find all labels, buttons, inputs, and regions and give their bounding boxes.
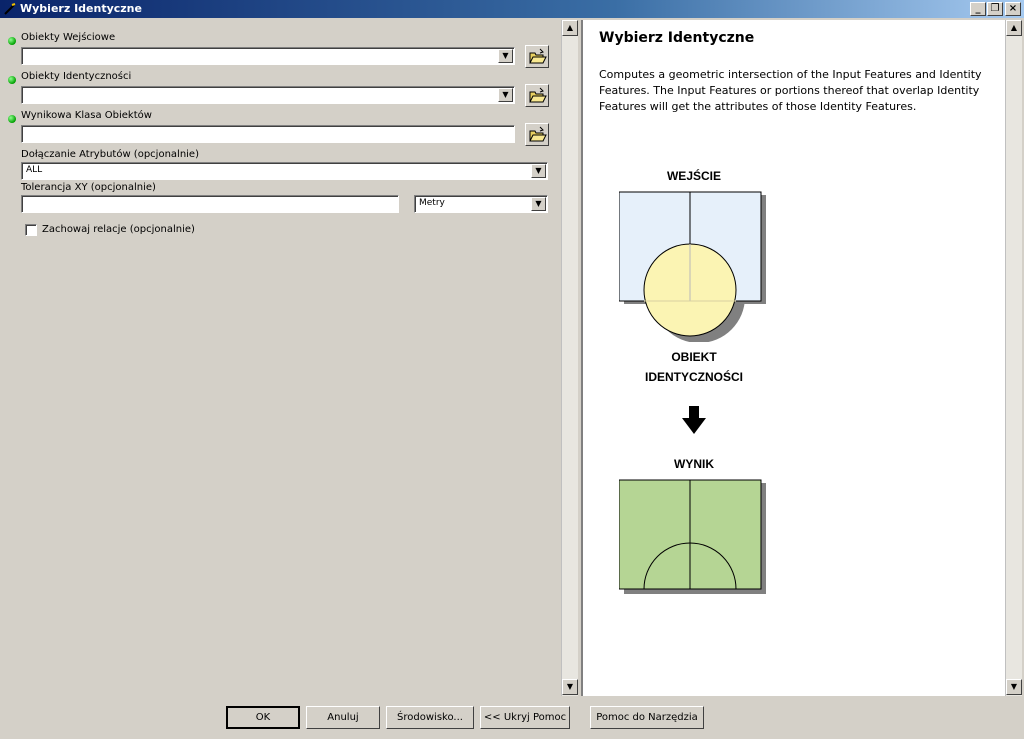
identity-features-browse-button[interactable] [525,84,549,107]
restore-button[interactable]: ❐ [987,2,1003,16]
scroll-up-button[interactable]: ▲ [1006,20,1022,36]
close-button[interactable]: × [1005,2,1021,16]
xy-tolerance-unit-value: Metry [419,198,445,208]
keep-relationships-checkbox[interactable] [25,224,37,236]
required-indicator [8,76,16,84]
figure-output-label: WYNIK [674,457,714,471]
scroll-down-button[interactable]: ▼ [1006,679,1022,695]
identity-features-label: Obiekty Identyczności [21,71,132,82]
output-illustration [619,479,766,594]
parameters-panel: Obiekty Wejściowe ▼ Obiekty Identycznośc… [0,20,560,696]
join-attributes-value: ALL [26,165,43,175]
help-description: Computes a geometric intersection of the… [599,68,982,113]
join-attributes-label: Dołączanie Atrybutów (opcjonalnie) [21,149,199,160]
output-class-label: Wynikowa Klasa Obiektów [21,110,152,121]
chevron-down-icon[interactable]: ▼ [531,197,546,211]
input-features-combo[interactable]: ▼ [21,47,515,65]
xy-tolerance-field[interactable] [21,195,399,213]
scroll-down-button[interactable]: ▼ [562,679,578,695]
scroll-up-button[interactable]: ▲ [562,20,578,36]
tool-help-button[interactable]: Pomoc do Narzędzia [590,706,704,729]
input-identity-illustration [619,191,766,342]
help-panel: Wybierz Identyczne Computes a geometric … [581,20,1005,696]
keep-relationships-label[interactable]: Zachowaj relacje (opcjonalnie) [42,224,195,235]
help-scrollbar[interactable]: ▲ ▼ [1005,20,1022,696]
hide-help-button[interactable]: << Ukryj Pomoc [480,706,570,729]
input-features-browse-button[interactable] [525,45,549,68]
open-folder-icon [529,87,547,103]
figure-identity-label-line2: IDENTYCZNOŚCI [644,370,743,384]
identity-features-combo[interactable]: ▼ [21,86,515,104]
title-bar: Wybierz Identyczne _ ❐ × [0,0,1024,18]
open-folder-icon [529,126,547,142]
arrow-down-icon [682,406,706,434]
help-title: Wybierz Identyczne [599,30,755,46]
ok-button[interactable]: OK [226,706,300,729]
output-class-field[interactable] [21,125,515,143]
cancel-button[interactable]: Anuluj [306,706,380,729]
parameters-scrollbar[interactable]: ▲ ▼ [561,20,578,696]
minimize-button[interactable]: _ [970,2,986,16]
xy-tolerance-label: Tolerancja XY (opcjonalnie) [21,182,156,193]
figure-identity-label-line1: OBIEKT [671,350,717,364]
required-indicator [8,37,16,45]
join-attributes-select[interactable]: ALL ▼ [21,162,548,180]
xy-tolerance-unit-select[interactable]: Metry ▼ [414,195,548,213]
required-indicator [8,115,16,123]
open-folder-icon [529,48,547,64]
input-features-label: Obiekty Wejściowe [21,32,116,43]
chevron-down-icon[interactable]: ▼ [531,164,546,178]
output-class-browse-button[interactable] [525,123,549,146]
chevron-down-icon[interactable]: ▼ [498,49,513,63]
chevron-down-icon[interactable]: ▼ [498,88,513,102]
window-title: Wybierz Identyczne [20,2,142,15]
environment-button[interactable]: Środowisko... [386,706,474,729]
figure-input-label: WEJŚCIE [666,169,721,183]
tool-icon [4,3,16,15]
